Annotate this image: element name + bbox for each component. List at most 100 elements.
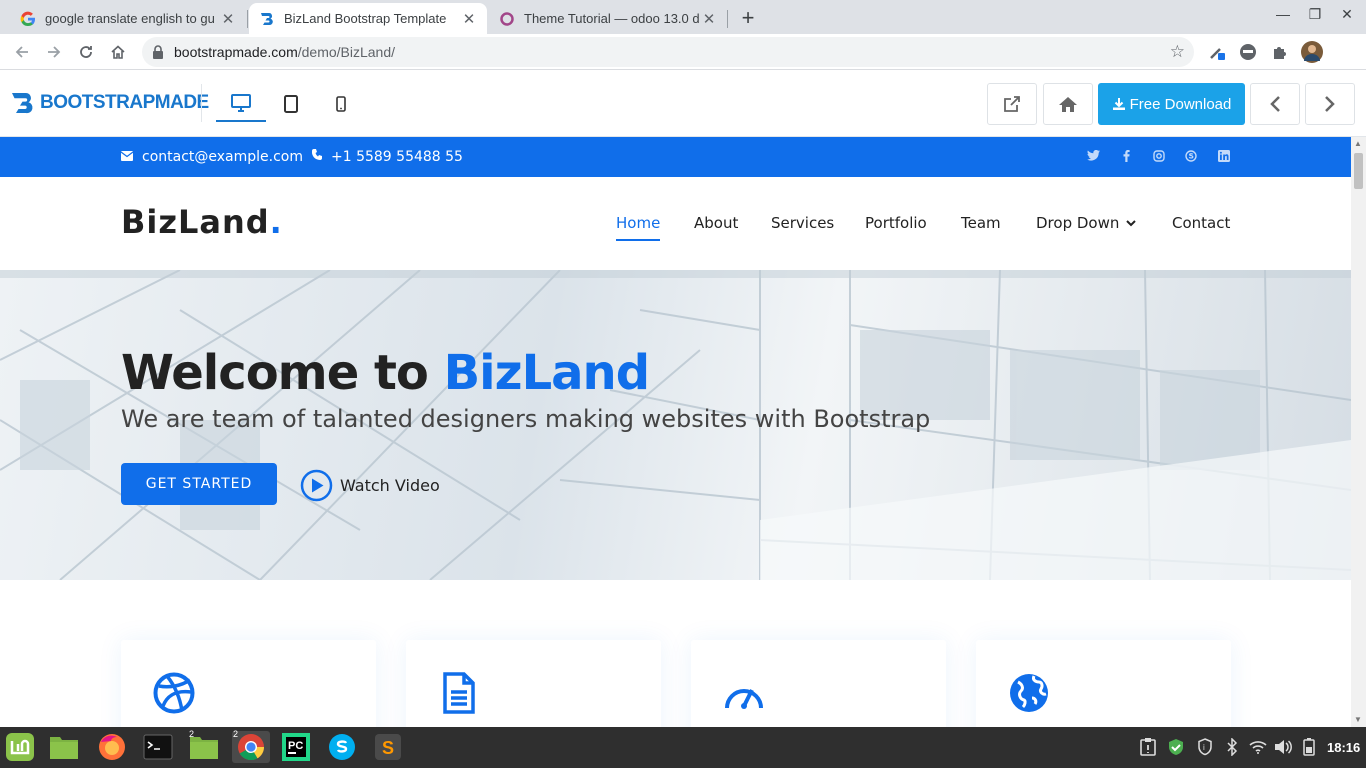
globe-icon — [1008, 672, 1050, 719]
bookmark-star-icon[interactable]: ☆ — [1170, 42, 1185, 62]
tablet-icon — [284, 95, 298, 113]
terminal-icon[interactable] — [142, 731, 174, 763]
tab-close-icon[interactable]: ✕ — [701, 10, 717, 28]
back-arrow-icon — [15, 46, 28, 58]
window-count-badge: 2 — [189, 729, 195, 739]
restore-icon[interactable]: ❐ — [1305, 6, 1325, 23]
contact-phone[interactable]: +1 5589 55488 55 — [311, 149, 463, 165]
os-taskbar: 2 2 PC S i 18:16 — [0, 727, 1366, 768]
url-path: /demo/BizLand/ — [297, 44, 396, 60]
nav-team[interactable]: Team — [961, 214, 1001, 232]
page-scrollbar[interactable]: ▲ ▼ — [1351, 137, 1366, 727]
file-text-icon — [438, 672, 480, 719]
nav-contact[interactable]: Contact — [1172, 214, 1230, 232]
twitter-icon[interactable] — [1085, 149, 1101, 164]
profile-avatar[interactable] — [1301, 41, 1323, 63]
file-manager-icon[interactable] — [48, 731, 80, 763]
mobile-icon — [336, 96, 346, 112]
previous-template-button[interactable] — [1250, 83, 1300, 125]
sublime-text-icon[interactable]: S — [372, 731, 404, 763]
wifi-icon[interactable] — [1248, 737, 1268, 757]
site-viewport: contact@example.com +1 5589 55488 55 Biz… — [0, 137, 1351, 727]
feature-card[interactable] — [121, 640, 376, 727]
play-circle-icon — [300, 469, 333, 502]
reload-button[interactable] — [74, 40, 98, 64]
open-external-button[interactable] — [987, 83, 1037, 125]
nav-dropdown[interactable]: Drop Down — [1036, 214, 1137, 232]
site-logo-dot: . — [269, 203, 283, 241]
site-logo[interactable]: BizLand. — [121, 203, 283, 241]
speedometer-icon — [723, 672, 765, 719]
hero-title-highlight: BizLand — [443, 345, 650, 401]
close-window-icon[interactable]: ✕ — [1337, 6, 1357, 23]
back-button[interactable] — [10, 40, 34, 64]
tab-bizland[interactable]: BizLand Bootstrap Template ✕ — [249, 3, 487, 34]
tab-odoo[interactable]: Theme Tutorial — odoo 13.0 d ✕ — [489, 3, 727, 34]
skype-icon[interactable] — [1183, 150, 1199, 164]
next-template-button[interactable] — [1305, 83, 1355, 125]
forward-button[interactable] — [42, 40, 66, 64]
volume-icon[interactable] — [1273, 737, 1293, 757]
phone-text: +1 5589 55488 55 — [331, 149, 463, 165]
svg-text:PC: PC — [288, 740, 303, 752]
tab-title: BizLand Bootstrap Template — [284, 11, 447, 26]
address-bar[interactable]: bootstrapmade.com/demo/BizLand/ ☆ — [142, 37, 1194, 67]
watch-video-button[interactable]: Watch Video — [300, 469, 440, 502]
new-tab-button[interactable]: + — [736, 5, 760, 31]
tab-google-translate[interactable]: google translate english to gu ✕ — [10, 3, 246, 34]
bootstrapmade-icon — [259, 11, 275, 27]
minimize-icon[interactable]: — — [1273, 6, 1293, 22]
nav-portfolio[interactable]: Portfolio — [865, 214, 927, 232]
svg-text:i: i — [1203, 743, 1205, 752]
skype-icon[interactable] — [326, 731, 358, 763]
pycharm-icon[interactable]: PC — [280, 731, 312, 763]
nav-services[interactable]: Services — [771, 214, 834, 232]
nav-home[interactable]: Home — [616, 214, 661, 241]
scrollbar-thumb[interactable] — [1354, 153, 1363, 189]
nav-about[interactable]: About — [694, 214, 738, 232]
scroll-up-arrow-icon[interactable]: ▲ — [1354, 139, 1362, 148]
battery-icon[interactable] — [1299, 737, 1319, 757]
chevron-left-icon — [1270, 96, 1280, 112]
taskbar-clock[interactable]: 18:16 — [1327, 740, 1360, 755]
desktop-icon — [231, 94, 251, 112]
tab-close-icon[interactable]: ✕ — [220, 10, 236, 28]
update-manager-icon[interactable] — [1166, 737, 1186, 757]
desktop-view-button[interactable] — [216, 86, 266, 122]
feature-card[interactable] — [691, 640, 946, 727]
dribbble-icon — [153, 672, 195, 719]
tab-title: Theme Tutorial — odoo 13.0 d — [524, 11, 700, 26]
external-link-icon — [1004, 96, 1020, 112]
shield-icon[interactable]: i — [1195, 737, 1215, 757]
site-header: BizLand. Home About Services Portfolio T… — [0, 177, 1351, 270]
clipboard-icon[interactable] — [1138, 737, 1158, 757]
instagram-icon[interactable] — [1151, 150, 1167, 164]
mobile-view-button[interactable] — [316, 86, 366, 122]
free-download-button[interactable]: Free Download — [1098, 83, 1245, 125]
firefox-icon[interactable] — [96, 731, 128, 763]
tab-title: google translate english to gu — [45, 11, 215, 26]
linkedin-icon[interactable] — [1216, 150, 1232, 164]
envelope-icon — [120, 149, 134, 165]
chevron-down-icon — [1126, 219, 1137, 226]
feature-card[interactable] — [406, 640, 661, 727]
extension-tools-icon[interactable] — [1206, 41, 1228, 63]
feature-card[interactable] — [976, 640, 1231, 727]
tablet-view-button[interactable] — [266, 86, 316, 122]
hero-subtitle: We are team of talanted designers making… — [121, 405, 931, 433]
facebook-icon[interactable] — [1118, 150, 1134, 164]
bootstrapmade-logo[interactable]: BOOTSTRAPMADE — [10, 90, 209, 116]
tab-close-icon[interactable]: ✕ — [461, 10, 477, 28]
file-manager-icon[interactable]: 2 — [188, 729, 220, 763]
home-site-button[interactable] — [1043, 83, 1093, 125]
get-started-button[interactable]: GET STARTED — [121, 463, 277, 505]
browser-toolbar: bootstrapmade.com/demo/BizLand/ ☆ — [0, 34, 1366, 70]
extensions-puzzle-icon[interactable] — [1268, 41, 1290, 63]
scroll-down-arrow-icon[interactable]: ▼ — [1354, 715, 1362, 724]
mint-menu-icon[interactable] — [4, 731, 36, 763]
extension-incognito-icon[interactable] — [1237, 41, 1259, 63]
home-button[interactable] — [106, 40, 130, 64]
contact-email[interactable]: contact@example.com — [120, 149, 303, 165]
bluetooth-icon[interactable] — [1222, 737, 1242, 757]
chrome-icon[interactable]: 2 — [232, 729, 270, 763]
